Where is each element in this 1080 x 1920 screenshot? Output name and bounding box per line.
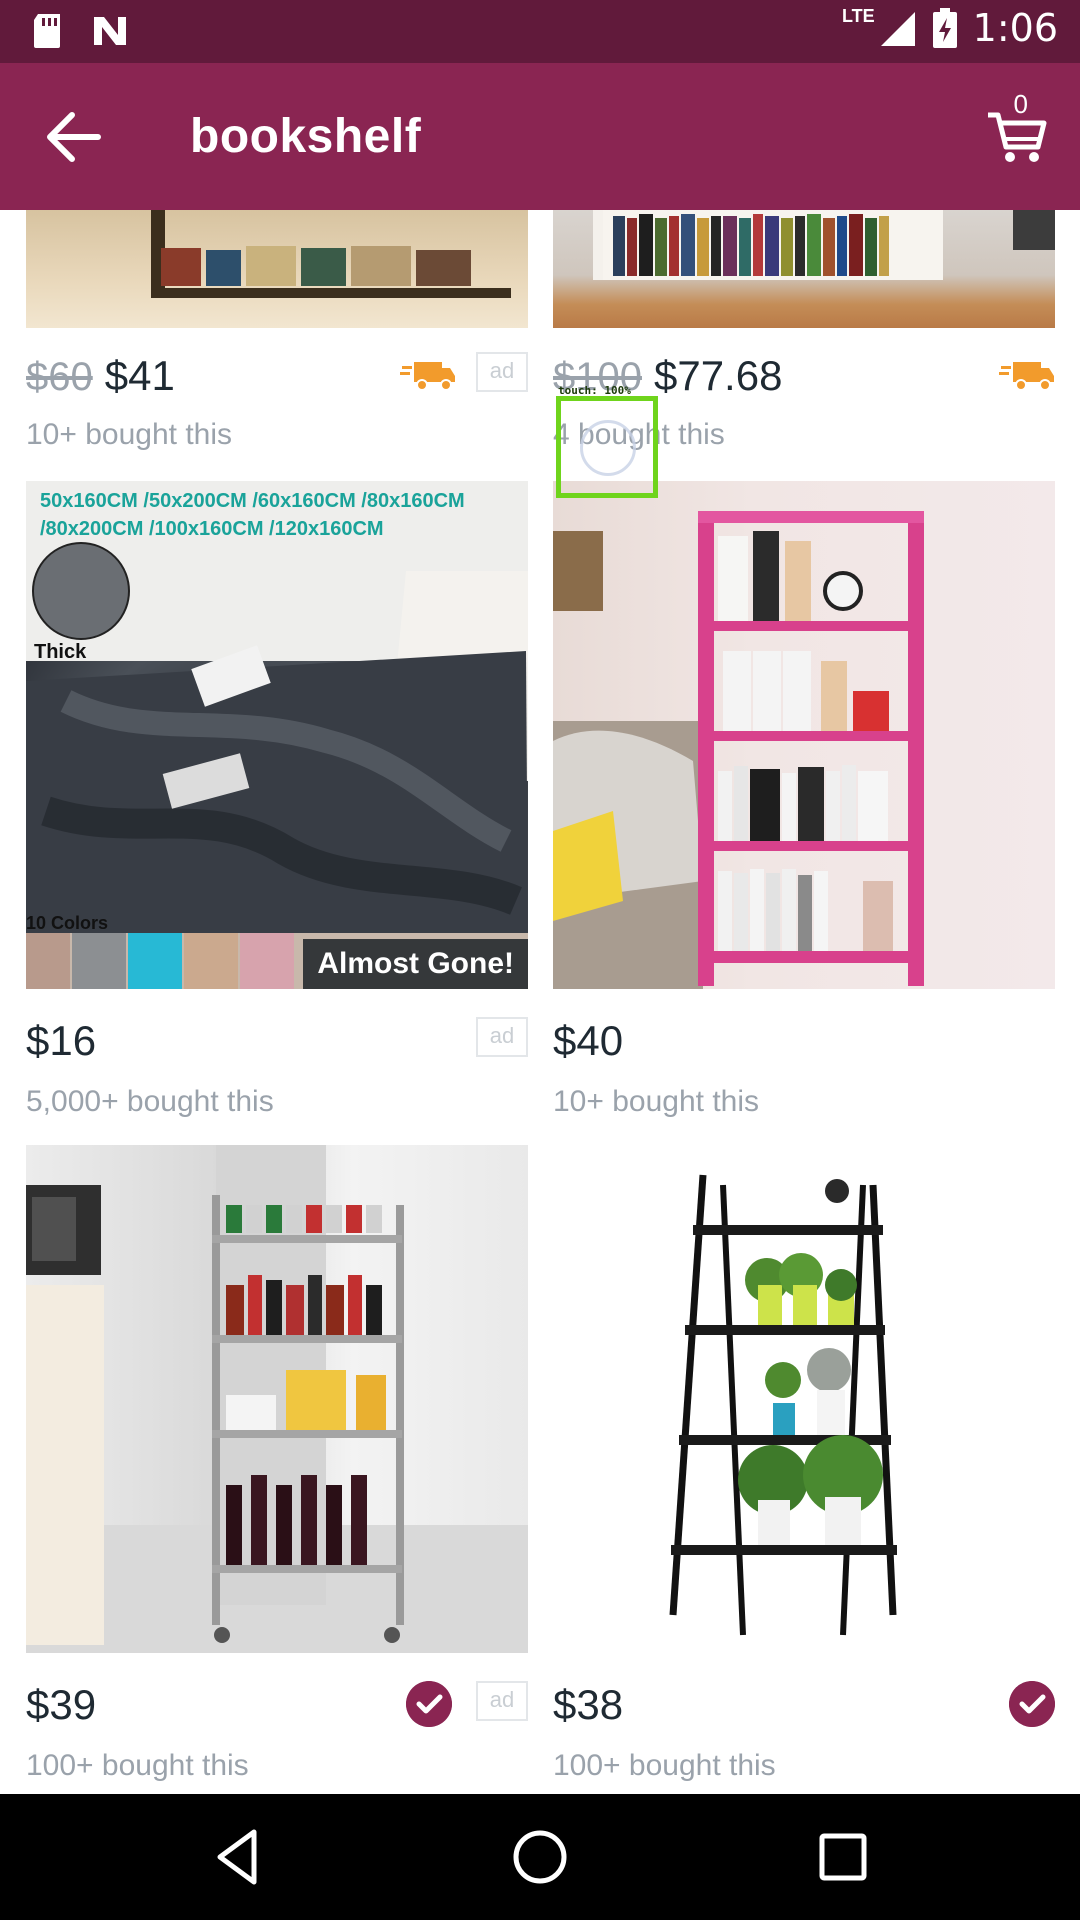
sale-price: $38 <box>553 1681 624 1728</box>
ad-badge: ad <box>476 1681 528 1721</box>
battery-charging-icon <box>932 8 957 48</box>
product-card[interactable]: $39 ad 100+ bought this <box>26 1145 528 1794</box>
sale-price: $40 <box>553 1017 624 1064</box>
bought-count: 100+ bought this <box>26 1749 249 1782</box>
sale-price: $41 <box>104 352 175 399</box>
product-image[interactable] <box>26 210 528 328</box>
product-card[interactable]: $40 10+ bought this <box>553 481 1055 1131</box>
bought-count: 100+ bought this <box>553 1749 776 1782</box>
n-icon <box>94 17 126 45</box>
colors-label: 10 Colors <box>26 913 109 933</box>
bought-count: 10+ bought this <box>26 418 233 451</box>
bookshelf-photo <box>593 210 1055 280</box>
bought-count: 5,000+ bought this <box>26 1085 274 1118</box>
product-card[interactable]: $60 $41 ad 10+ bought this <box>26 210 528 470</box>
product-image[interactable] <box>553 210 1055 328</box>
page-title: bookshelf <box>190 110 422 163</box>
fast-shipping-truck-icon <box>999 362 1054 391</box>
pink-bookshelf-photo <box>553 511 924 989</box>
bought-count: 10+ bought this <box>553 1085 760 1118</box>
app-bar: bookshelf 0 <box>0 63 1080 210</box>
almost-gone-label: Almost Gone! <box>303 939 528 989</box>
bookshelf-photo <box>151 210 511 298</box>
sd-card-icon <box>34 14 60 48</box>
verified-check-icon <box>1009 1681 1055 1727</box>
product-image[interactable]: 50x160CM /50x200CM /60x160CM /80x160CM /… <box>26 481 528 989</box>
signal-icon <box>880 12 915 46</box>
product-grid: $60 $41 ad 10+ bought this $100 $77.68 4… <box>0 210 1080 1794</box>
product-image[interactable] <box>553 481 1055 989</box>
rolling-cart-photo <box>26 1145 528 1653</box>
product-card[interactable]: $38 100+ bought this <box>553 1145 1055 1794</box>
rug-size-text: 50x160CM /50x200CM /60x160CM /80x160CM <box>40 490 465 512</box>
system-nav-bar <box>0 1794 1080 1920</box>
thick-label: Thick <box>34 641 87 663</box>
ladder-shelf-photo <box>669 1174 897 1636</box>
cart-count-badge: 0 <box>1013 89 1028 119</box>
ad-badge: ad <box>476 352 528 392</box>
back-button[interactable] <box>44 109 104 165</box>
sale-price: $16 <box>26 1017 97 1064</box>
product-card[interactable]: 50x160CM /50x200CM /60x160CM /80x160CM /… <box>26 481 528 1131</box>
original-price: $60 <box>26 355 93 399</box>
nav-back-icon[interactable] <box>206 1824 272 1890</box>
fast-shipping-truck-icon <box>400 362 455 391</box>
status-bar: LTE 1:06 <box>0 0 1080 63</box>
network-type: LTE <box>841 5 875 26</box>
verified-check-icon <box>406 1681 452 1727</box>
sale-price: $39 <box>26 1681 97 1728</box>
cart-button[interactable]: 0 <box>986 89 1048 167</box>
back-arrow-icon <box>47 112 101 162</box>
rug-size-text: /80x200CM /100x160CM /120x160CM <box>40 518 384 540</box>
nav-recents-icon[interactable] <box>810 1824 876 1890</box>
clock: 1:06 <box>972 6 1058 50</box>
product-image[interactable] <box>553 1145 1055 1653</box>
touch-ripple <box>580 420 636 476</box>
sale-price: $77.68 <box>653 352 783 399</box>
nav-home-icon[interactable] <box>507 1824 573 1890</box>
product-image[interactable] <box>26 1145 528 1653</box>
ad-badge: ad <box>476 1017 528 1057</box>
